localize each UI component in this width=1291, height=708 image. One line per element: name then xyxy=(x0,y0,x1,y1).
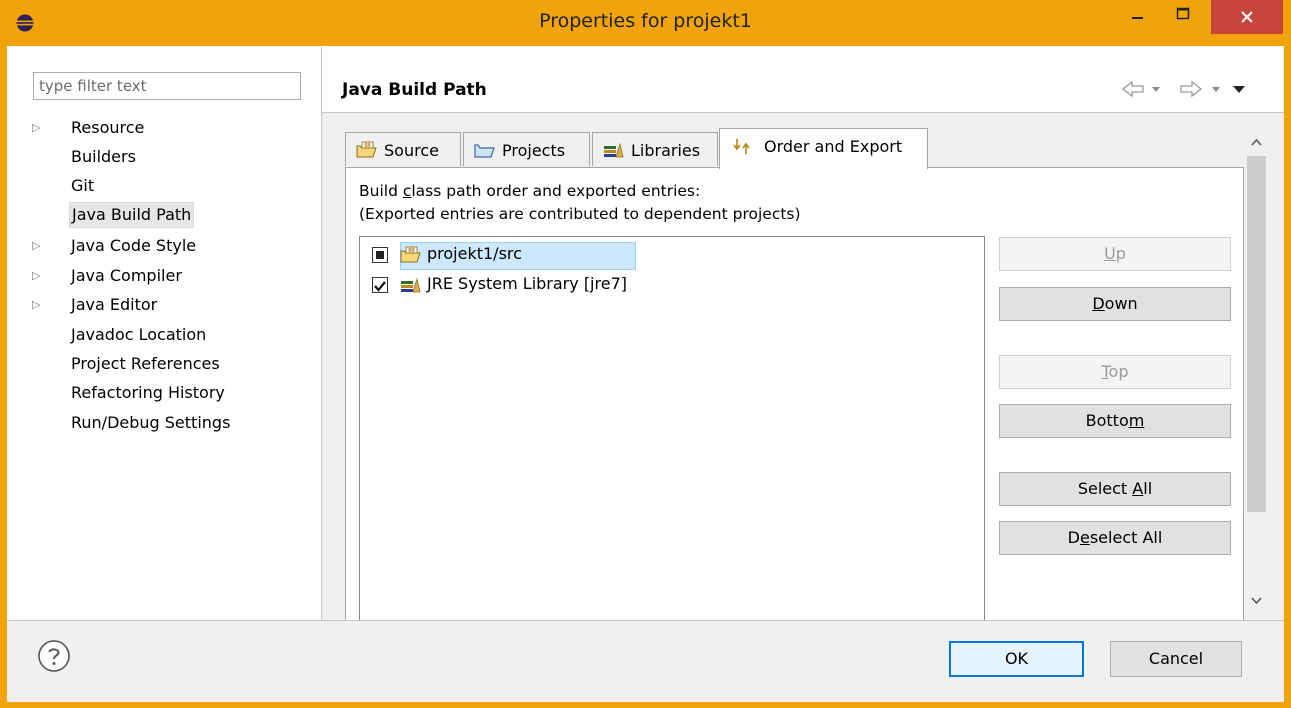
up-button[interactable]: Up xyxy=(999,237,1231,271)
tree-item-label: Builders xyxy=(71,147,136,166)
history-nav xyxy=(1121,80,1245,98)
dialog-footer: OK Cancel xyxy=(7,620,1284,702)
window-title: Properties for projekt1 xyxy=(539,10,752,32)
ok-button[interactable]: OK xyxy=(949,641,1084,677)
tab-label: Source xyxy=(384,141,439,160)
tab-source[interactable]: Source xyxy=(345,132,461,166)
checkmark-icon xyxy=(374,281,386,292)
scrollbar-thumb[interactable] xyxy=(1247,156,1266,512)
source-folder-icon xyxy=(356,141,377,158)
library-icon xyxy=(604,142,624,158)
properties-window: Properties for projekt1 ▷ Resource Build… xyxy=(0,0,1291,708)
maximize-button[interactable] xyxy=(1162,0,1204,34)
minimize-icon xyxy=(1132,17,1143,19)
export-checkbox[interactable] xyxy=(372,247,388,263)
help-icon[interactable] xyxy=(37,639,71,673)
list-item[interactable]: projekt1/src xyxy=(360,242,980,270)
tab-projects[interactable]: Projects xyxy=(463,132,590,166)
down-button[interactable]: Down xyxy=(999,287,1231,321)
top-button[interactable]: Top xyxy=(999,355,1231,389)
order-description: Build class path order and exported entr… xyxy=(359,182,701,200)
tree-item-label: Java Editor xyxy=(71,295,158,314)
forward-arrow-icon[interactable] xyxy=(1180,80,1203,98)
order-export-icon xyxy=(733,139,750,154)
list-item-label: JRE System Library [jre7] xyxy=(427,274,627,293)
tree-item-label: Refactoring History xyxy=(71,383,225,402)
dialog-body: ▷ Resource Builders Git Java Build Path … xyxy=(7,46,1284,702)
tree-item-label: Resource xyxy=(71,118,145,137)
bottom-button[interactable]: Bottom xyxy=(999,404,1231,438)
close-icon xyxy=(1241,11,1253,23)
maximize-icon xyxy=(1176,7,1190,20)
select-all-button[interactable]: Select All xyxy=(999,472,1231,506)
tab-order-and-export[interactable]: Order and Export xyxy=(719,128,928,169)
tree-item-label: Java Code Style xyxy=(71,236,197,255)
filter-input[interactable] xyxy=(33,72,301,100)
back-arrow-icon[interactable] xyxy=(1121,80,1144,98)
tree-item-label: Javadoc Location xyxy=(71,325,207,344)
expand-arrow-icon[interactable]: ▷ xyxy=(32,115,42,141)
vertical-scrollbar[interactable] xyxy=(1245,128,1268,620)
tree-item-label: Project References xyxy=(71,354,220,373)
deselect-all-button[interactable]: Deselect All xyxy=(999,521,1231,555)
page-title: Java Build Path xyxy=(342,80,487,100)
cancel-button[interactable]: Cancel xyxy=(1110,641,1242,677)
close-button[interactable] xyxy=(1211,0,1283,34)
tab-libraries[interactable]: Libraries xyxy=(592,132,718,166)
title-bar[interactable]: Properties for projekt1 xyxy=(0,0,1291,46)
expand-arrow-icon[interactable]: ▷ xyxy=(32,263,42,289)
order-export-panel: Build class path order and exported entr… xyxy=(345,167,1244,629)
minimize-button[interactable] xyxy=(1117,0,1159,34)
tree-item-label: Run/Debug Settings xyxy=(71,413,231,432)
preference-tree-pane: ▷ Resource Builders Git Java Build Path … xyxy=(7,46,322,620)
export-description: (Exported entries are contributed to dep… xyxy=(359,205,801,223)
library-icon xyxy=(401,277,421,293)
expand-arrow-icon[interactable]: ▷ xyxy=(32,292,42,318)
tree-item-label: Git xyxy=(71,176,95,195)
tree-item-label: Java Build Path xyxy=(69,202,195,228)
tab-label: Order and Export xyxy=(764,137,903,156)
tab-label: Projects xyxy=(502,141,566,160)
export-checkbox[interactable] xyxy=(372,277,388,293)
page-header: Java Build Path xyxy=(322,46,1284,113)
list-item-label: projekt1/src xyxy=(427,244,522,263)
source-folder-icon xyxy=(400,246,421,263)
view-menu-icon[interactable] xyxy=(1233,86,1245,93)
scroll-down-icon[interactable] xyxy=(1245,590,1268,610)
forward-dropdown-icon[interactable] xyxy=(1212,87,1220,92)
folder-icon xyxy=(474,144,495,158)
scroll-up-icon[interactable] xyxy=(1245,132,1268,152)
back-dropdown-icon[interactable] xyxy=(1152,87,1160,92)
tree-item-label: Java Compiler xyxy=(71,266,182,285)
expand-arrow-icon[interactable]: ▷ xyxy=(32,233,42,259)
tab-label: Libraries xyxy=(631,141,701,160)
list-item[interactable]: JRE System Library [jre7] xyxy=(360,273,980,297)
classpath-entries-list[interactable]: projekt1/src JRE System Library [jre7] xyxy=(359,236,985,629)
